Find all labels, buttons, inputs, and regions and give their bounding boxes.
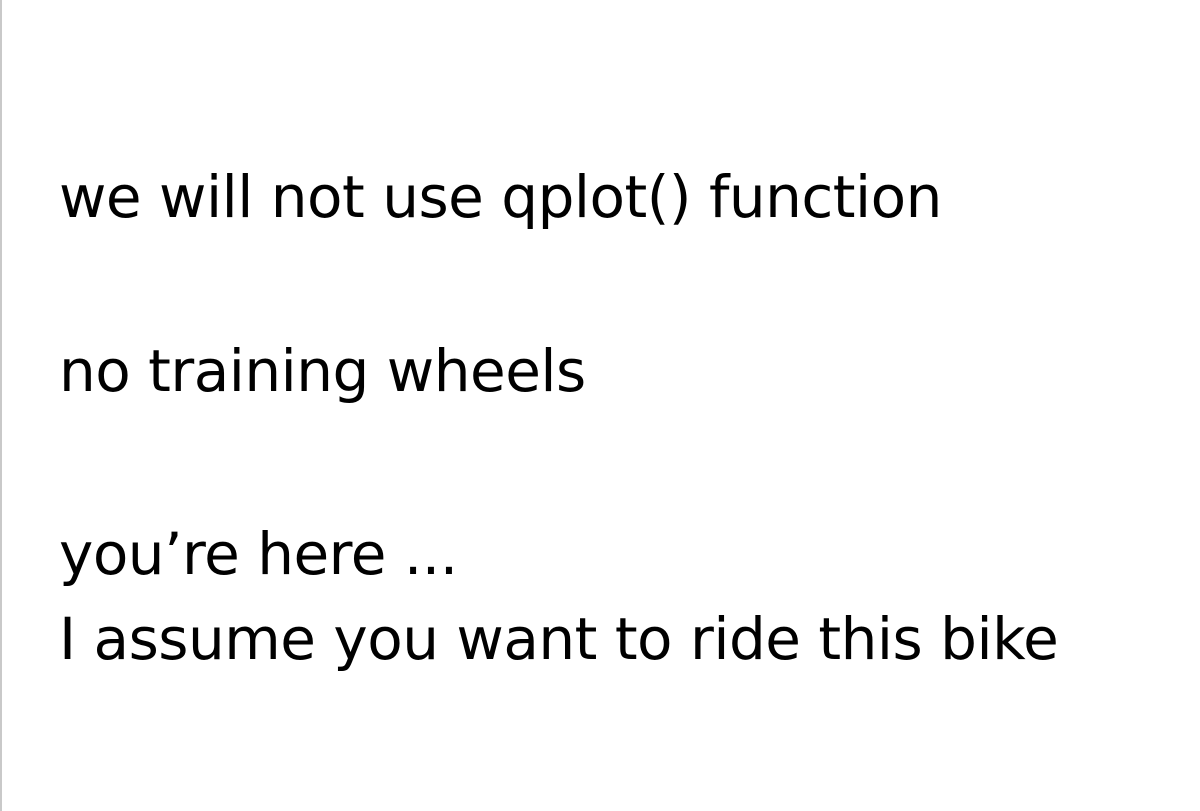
- slide-text-line-4: I assume you want to ride this bike: [59, 605, 1059, 673]
- slide-text-line-2: no training wheels: [59, 337, 586, 405]
- slide: we will not use qplot() function no trai…: [0, 0, 1200, 811]
- slide-text-line-1: we will not use qplot() function: [59, 163, 942, 231]
- slide-text-line-3: you’re here ...: [59, 520, 458, 588]
